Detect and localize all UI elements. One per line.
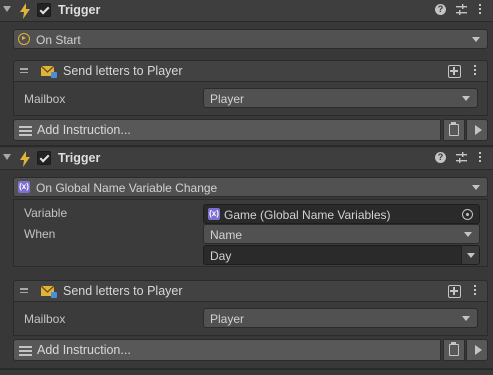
when-value: Name xyxy=(210,228,243,242)
variable-object-field[interactable]: (x) Game (Global Name Variables) xyxy=(203,204,480,224)
event-label: On Start xyxy=(36,33,81,47)
instruction-title: Send letters to Player xyxy=(63,64,183,78)
list-icon xyxy=(19,126,32,138)
play-circle-icon xyxy=(18,33,30,45)
help-icon[interactable]: ? xyxy=(435,152,446,163)
add-instruction-label: Add Instruction... xyxy=(37,343,131,357)
when-label: When xyxy=(24,227,56,241)
event-label: On Global Name Variable Change xyxy=(36,181,218,195)
more-options-icon[interactable] xyxy=(473,65,477,77)
chevron-down-icon xyxy=(462,316,470,321)
global-variable-icon: (x) xyxy=(18,181,30,193)
help-icon[interactable]: ? xyxy=(435,4,446,15)
lightning-bolt-icon xyxy=(20,3,30,19)
instruction-body: Mailbox Player xyxy=(13,302,488,336)
instruction-body: Mailbox Player xyxy=(13,82,488,116)
clipboard-icon xyxy=(449,122,459,136)
run-button[interactable] xyxy=(466,339,488,361)
envelope-icon xyxy=(41,65,57,78)
add-icon[interactable] xyxy=(448,65,461,78)
mailbox-value: Player xyxy=(210,92,245,106)
event-dropdown[interactable]: (x) On Global Name Variable Change xyxy=(13,177,488,197)
add-icon[interactable] xyxy=(448,285,461,298)
instruction-header[interactable]: Send letters to Player xyxy=(13,60,488,82)
global-variable-icon: (x) xyxy=(208,208,220,220)
trigger-title: Trigger xyxy=(58,3,101,17)
trigger-enabled-checkbox[interactable] xyxy=(37,151,51,165)
mailbox-value: Player xyxy=(210,312,245,326)
more-options-icon[interactable] xyxy=(473,285,477,297)
event-parameters: Variable (x) Game (Global Name Variables… xyxy=(13,199,488,267)
name-value: Day xyxy=(210,249,232,263)
list-icon xyxy=(19,346,32,358)
variable-value: Game (Global Name Variables) xyxy=(224,208,391,222)
mailbox-label: Mailbox xyxy=(24,312,66,326)
envelope-icon xyxy=(41,285,57,298)
chevron-down-icon xyxy=(472,185,480,190)
mailbox-dropdown[interactable]: Player xyxy=(203,308,478,328)
event-dropdown[interactable]: On Start xyxy=(13,29,488,49)
paste-button[interactable] xyxy=(443,119,465,141)
clipboard-icon xyxy=(449,342,459,356)
paste-button[interactable] xyxy=(443,339,465,361)
settings-sliders-icon[interactable] xyxy=(456,152,467,164)
add-instruction-button[interactable]: Add Instruction... xyxy=(13,339,441,361)
trigger-enabled-checkbox[interactable] xyxy=(37,3,51,17)
object-picker-icon[interactable] xyxy=(462,209,473,220)
when-dropdown[interactable]: Name xyxy=(203,224,480,244)
drag-handle-icon[interactable] xyxy=(20,68,28,74)
mailbox-label: Mailbox xyxy=(24,92,66,106)
drag-handle-icon[interactable] xyxy=(20,288,28,294)
settings-sliders-icon[interactable] xyxy=(456,4,467,16)
foldout-arrow-icon[interactable] xyxy=(3,154,11,160)
trigger-header[interactable]: Trigger ? xyxy=(0,148,493,170)
trigger-header[interactable]: Trigger ? xyxy=(0,0,493,22)
foldout-arrow-icon[interactable] xyxy=(3,6,11,12)
trigger-title: Trigger xyxy=(58,151,101,165)
instruction-title: Send letters to Player xyxy=(63,284,183,298)
add-instruction-row: Add Instruction... xyxy=(13,339,488,361)
lightning-bolt-icon xyxy=(20,151,30,167)
chevron-down-icon xyxy=(472,37,480,42)
variable-label: Variable xyxy=(24,206,68,220)
add-instruction-row: Add Instruction... xyxy=(13,119,488,141)
more-options-icon[interactable] xyxy=(478,4,482,16)
run-button[interactable] xyxy=(466,119,488,141)
trigger-separator xyxy=(0,368,493,370)
mailbox-dropdown[interactable]: Player xyxy=(203,88,478,108)
add-instruction-button[interactable]: Add Instruction... xyxy=(13,119,441,141)
more-options-icon[interactable] xyxy=(478,152,482,164)
chevron-down-icon xyxy=(461,246,479,264)
instruction-header[interactable]: Send letters to Player xyxy=(13,280,488,302)
trigger-separator xyxy=(0,145,493,147)
add-instruction-label: Add Instruction... xyxy=(37,123,131,137)
chevron-down-icon xyxy=(464,232,472,237)
name-dropdown[interactable]: Day xyxy=(203,245,480,265)
chevron-down-icon xyxy=(462,96,470,101)
